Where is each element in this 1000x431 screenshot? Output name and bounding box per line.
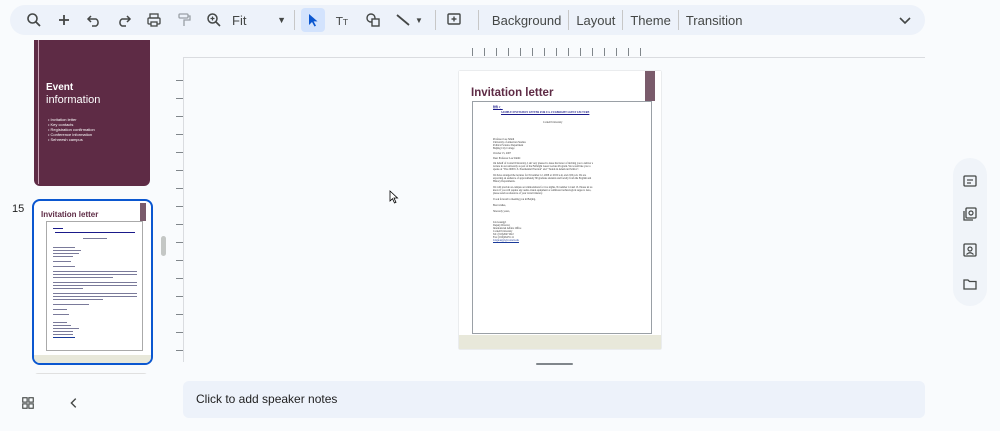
print-icon[interactable] bbox=[142, 8, 166, 32]
zoom-value: Fit bbox=[232, 12, 247, 28]
speaker-notes[interactable]: Click to add speaker notes bbox=[183, 381, 925, 418]
canvas-scrollbar[interactable] bbox=[536, 363, 573, 365]
layout-button[interactable]: Layout bbox=[569, 8, 622, 32]
slide-accent-bar bbox=[645, 71, 655, 101]
svg-text:T: T bbox=[342, 18, 348, 27]
filmstrip-scrollbar[interactable] bbox=[161, 236, 166, 256]
slide-footer-band bbox=[459, 335, 661, 349]
select-cursor-icon[interactable] bbox=[301, 8, 325, 32]
slide-thumbnail-15[interactable]: Invitation letter bbox=[32, 199, 153, 365]
letter-line: Linguangyi@cornell.edu bbox=[493, 239, 519, 242]
shape-icon[interactable] bbox=[361, 8, 385, 32]
slide-decoration bbox=[38, 40, 39, 184]
comment-add-icon[interactable] bbox=[442, 8, 466, 32]
slide-title-bold: Event bbox=[46, 82, 74, 93]
letter-line: Beijing City College bbox=[493, 147, 515, 150]
invitation-letter-image[interactable]: 附件 1： SAMPLE INVITATION LETTER FOR U.S. F… bbox=[472, 101, 652, 334]
letter-line: Dear Professor Lee Smith: bbox=[493, 157, 521, 160]
transition-button[interactable]: Transition bbox=[679, 8, 750, 32]
background-button[interactable]: Background bbox=[485, 8, 568, 32]
theme-button[interactable]: Theme bbox=[623, 8, 677, 32]
tasks-icon[interactable] bbox=[962, 206, 978, 222]
toolbar: Fit ▼ TT ▼ Background Layout Theme Trans… bbox=[10, 5, 925, 35]
filmstrip: Event information Invitation letter Key … bbox=[0, 40, 168, 374]
grid-view-icon[interactable] bbox=[20, 395, 36, 411]
keep-icon[interactable] bbox=[962, 173, 978, 189]
speaker-notes-placeholder: Click to add speaker notes bbox=[196, 392, 338, 406]
text-box-icon[interactable]: TT bbox=[331, 8, 355, 32]
letter-line: SAMPLE INVITATION LETTER FOR U.S. FULBRI… bbox=[501, 111, 590, 114]
slide-title: Invitation letter bbox=[41, 210, 99, 219]
mouse-cursor-icon bbox=[389, 190, 399, 204]
letter-line: History Departments. bbox=[493, 180, 516, 183]
slide-footer-band bbox=[34, 355, 151, 363]
filmstrip-controls bbox=[20, 395, 82, 411]
slide-thumbnail-14[interactable]: Event information Invitation letter Key … bbox=[34, 40, 150, 186]
letter-line: Sincerely yours, bbox=[493, 210, 510, 213]
collapse-filmstrip-icon[interactable] bbox=[66, 395, 82, 411]
toolbar-divider bbox=[434, 10, 436, 30]
letter-line: please send us reference of your travel … bbox=[493, 192, 543, 195]
zoom-icon[interactable] bbox=[202, 8, 226, 32]
slide-accent-bar bbox=[140, 203, 146, 221]
vertical-ruler bbox=[174, 70, 183, 360]
line-icon[interactable] bbox=[391, 8, 415, 32]
slide-title[interactable]: Invitation letter bbox=[471, 87, 553, 99]
slides-editor: Fit ▼ TT ▼ Background Layout Theme Trans… bbox=[0, 0, 1000, 431]
undo-icon[interactable] bbox=[82, 8, 106, 32]
current-slide[interactable]: Invitation letter 附件 1： SAMPLE INVITATION… bbox=[459, 71, 661, 349]
toolbar-divider bbox=[477, 10, 479, 30]
svg-text:T: T bbox=[335, 15, 343, 28]
line-menu-chevron-icon[interactable]: ▼ bbox=[415, 16, 423, 25]
letter-thumbnail bbox=[46, 221, 143, 351]
chevron-down-icon: ▼ bbox=[277, 15, 286, 25]
slide-thumbnail-16[interactable] bbox=[34, 373, 148, 374]
slide-bullet-list: Invitation letter Key contacts Registrat… bbox=[48, 117, 95, 142]
horizontal-ruler bbox=[460, 48, 660, 56]
plus-icon[interactable] bbox=[52, 8, 76, 32]
redo-icon[interactable] bbox=[112, 8, 136, 32]
letter-line: Cornell University bbox=[543, 121, 563, 124]
side-panel bbox=[953, 158, 987, 306]
list-item: Sehreesh campus bbox=[48, 137, 95, 142]
toolbar-divider bbox=[294, 10, 295, 30]
slide-title-light: information bbox=[46, 94, 101, 106]
zoom-select[interactable]: Fit ▼ bbox=[226, 8, 288, 32]
contacts-icon[interactable] bbox=[962, 242, 978, 258]
slide-number: 15 bbox=[12, 203, 25, 215]
collapse-toolbar-icon[interactable] bbox=[897, 12, 913, 28]
letter-line: speak on "The 2008 U.S. Presidential Ele… bbox=[493, 168, 579, 171]
paint-format-icon[interactable] bbox=[172, 8, 196, 32]
letter-line: October 15, 2007 bbox=[493, 152, 512, 155]
letter-line: I look forward to meeting you in Beijing… bbox=[493, 198, 536, 201]
search-icon[interactable] bbox=[22, 8, 46, 32]
letter-line: 附件 1： bbox=[493, 106, 503, 109]
folder-icon[interactable] bbox=[962, 276, 978, 292]
letter-line: Best wishes, bbox=[493, 204, 506, 207]
